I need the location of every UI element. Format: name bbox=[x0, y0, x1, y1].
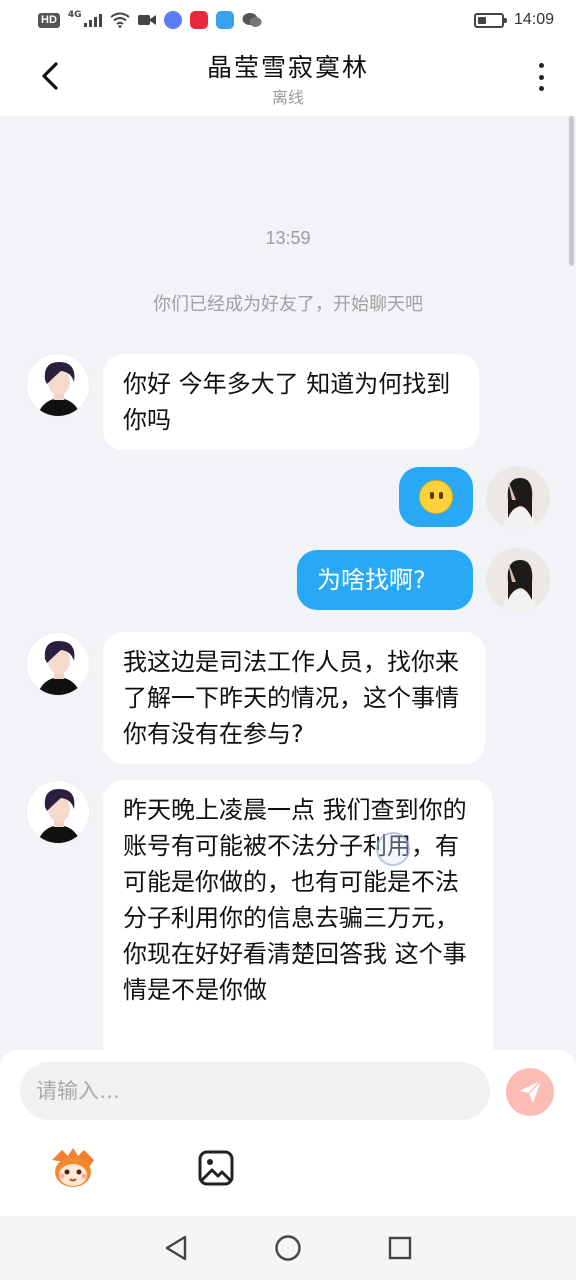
more-vertical-icon bbox=[538, 63, 544, 68]
square-recent-icon bbox=[388, 1236, 412, 1260]
input-area bbox=[0, 1050, 576, 1216]
red-app-icon bbox=[189, 11, 208, 29]
message-bubble-received[interactable]: 我这边是司法工作人员，找你来了解一下昨天的情况，这个事情你有没有在参与? bbox=[103, 632, 485, 764]
signal-icon bbox=[83, 13, 102, 27]
circle-home-icon bbox=[275, 1235, 301, 1261]
system-message: 你们已经成为好友了，开始聊天吧 bbox=[153, 294, 423, 315]
message-timestamp: 13:59 bbox=[265, 228, 311, 248]
status-time: 14:09 bbox=[513, 11, 554, 28]
image-icon bbox=[198, 1150, 234, 1186]
contact-avatar[interactable] bbox=[26, 353, 90, 417]
nav-home-button[interactable] bbox=[268, 1228, 308, 1268]
message-bubble-sent-emoji[interactable] bbox=[399, 467, 473, 527]
chat-area[interactable]: 13:59 你们已经成为好友了，开始聊天吧 你好 今年多大了 知道为何找到你吗 … bbox=[0, 116, 576, 1050]
chat-header: 晶莹雪寂寞林 离线 bbox=[0, 40, 576, 116]
cloud-app-icon bbox=[215, 11, 234, 29]
system-nav-bar bbox=[0, 1216, 576, 1280]
video-call-icon bbox=[137, 15, 156, 25]
status-bar: HD 4G 14:09 bbox=[0, 0, 576, 40]
nav-recent-button[interactable] bbox=[380, 1228, 420, 1268]
more-options-button[interactable] bbox=[534, 60, 548, 94]
touch-indicator bbox=[376, 832, 410, 866]
image-picker-button[interactable] bbox=[196, 1148, 236, 1188]
send-button[interactable] bbox=[506, 1068, 554, 1116]
contact-name: 晶莹雪寂寞林 bbox=[206, 53, 369, 82]
message-bubble-received[interactable]: 昨天晚上凌晨一点 我们查到你的账号有可能被不法分子利用，有可能是你做的，也有可能… bbox=[103, 780, 493, 1050]
triangle-back-icon bbox=[165, 1235, 187, 1261]
status-icons-left: HD 4G bbox=[38, 10, 262, 29]
status-icons-right: 14:09 bbox=[473, 11, 554, 29]
music-app-icon bbox=[163, 11, 182, 29]
battery-icon bbox=[473, 12, 507, 28]
my-avatar[interactable] bbox=[486, 466, 550, 530]
network-type-label: 4G bbox=[67, 10, 82, 20]
sticker-button[interactable] bbox=[48, 1146, 98, 1190]
hd-label: HD bbox=[38, 12, 60, 28]
contact-avatar[interactable] bbox=[26, 632, 90, 696]
nav-back-button[interactable] bbox=[156, 1228, 196, 1268]
my-avatar[interactable] bbox=[486, 548, 550, 612]
message-bubble-received[interactable]: 你好 今年多大了 知道为何找到你吗 bbox=[103, 354, 479, 450]
contact-avatar[interactable] bbox=[26, 780, 90, 844]
contact-status: 离线 bbox=[271, 88, 304, 107]
wechat-icon bbox=[242, 13, 262, 27]
message-input[interactable] bbox=[20, 1062, 490, 1120]
mascot-sticker-icon bbox=[52, 1148, 94, 1187]
speechless-face-emoji-icon bbox=[419, 480, 453, 514]
paper-plane-icon bbox=[519, 1080, 542, 1103]
message-bubble-sent[interactable]: 为啥找啊? bbox=[297, 550, 473, 610]
wifi-icon bbox=[109, 12, 130, 28]
